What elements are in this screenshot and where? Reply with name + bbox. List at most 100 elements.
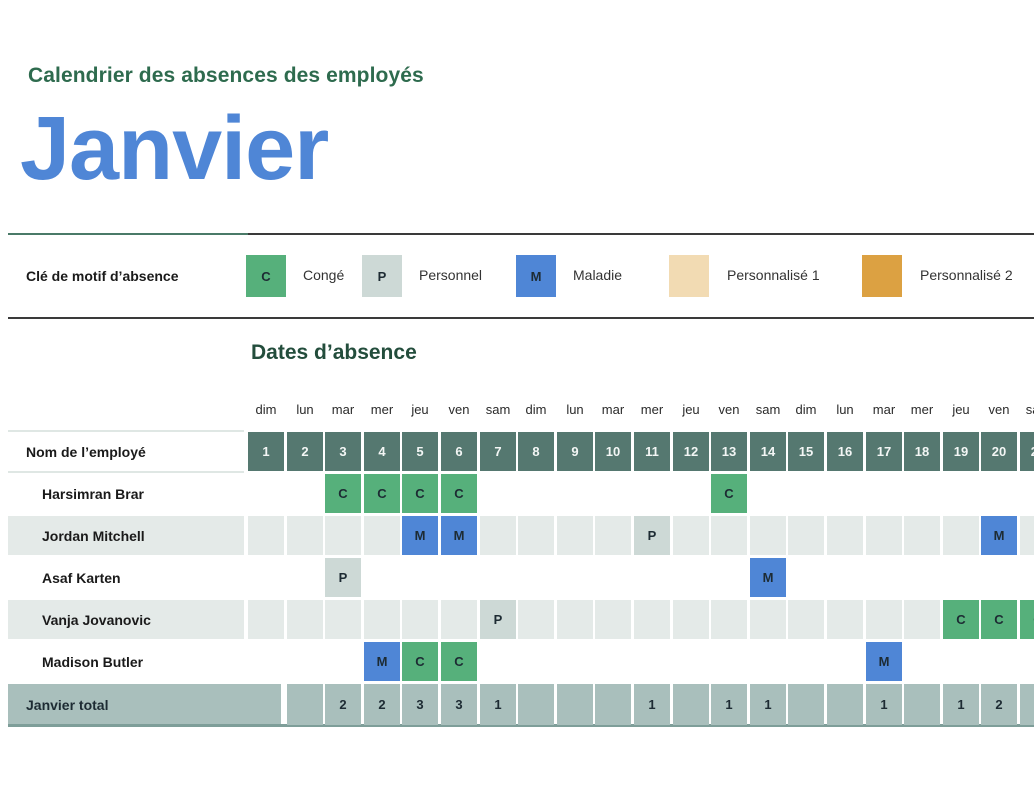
day-of-week-label: mar	[601, 402, 625, 417]
legend-title: Clé de motif d’absence	[26, 268, 179, 284]
absence-cell[interactable]: P	[325, 558, 361, 597]
empty-day-cell[interactable]	[634, 600, 670, 639]
absence-cell[interactable]: C	[402, 474, 438, 513]
empty-day-cell[interactable]	[788, 600, 824, 639]
date-header-cell: 19	[943, 432, 979, 471]
absence-cell[interactable]: M	[750, 558, 786, 597]
legend-label-custom-1: Personnalisé 1	[727, 267, 820, 283]
absence-cell[interactable]: M	[441, 516, 477, 555]
day-of-week-label: mar	[872, 402, 896, 417]
day-of-week-label: ven	[448, 402, 470, 417]
day-of-week-label: sam	[1025, 402, 1034, 417]
date-header-cell: 5	[402, 432, 438, 471]
daily-total-cell	[595, 684, 631, 725]
empty-day-cell[interactable]	[557, 600, 593, 639]
date-header-cell: 15	[788, 432, 824, 471]
empty-day-cell[interactable]	[248, 516, 284, 555]
day-of-week-label: jeu	[952, 402, 970, 417]
date-header-cell: 14	[750, 432, 786, 471]
empty-day-cell[interactable]	[325, 516, 361, 555]
empty-day-cell[interactable]	[904, 600, 940, 639]
daily-total-cell: 2	[325, 684, 361, 725]
day-of-week-label: sam	[485, 402, 511, 417]
daily-total-cell: 3	[441, 684, 477, 725]
legend-swatch-custom-1	[669, 255, 709, 297]
legend-label-personnel: Personnel	[419, 267, 483, 283]
absence-cell[interactable]: P	[634, 516, 670, 555]
legend-bottom-divider	[8, 317, 1034, 319]
calendar-subtitle: Calendrier des absences des employés	[28, 64, 424, 87]
absence-cell[interactable]: C	[325, 474, 361, 513]
legend-swatch-personnel: P	[362, 255, 402, 297]
absence-cell[interactable]: C	[364, 474, 400, 513]
day-of-week-label: lun	[836, 402, 854, 417]
date-header-cell: 21	[1020, 432, 1034, 471]
legend-label-maladie: Maladie	[573, 267, 623, 283]
absence-cell[interactable]: C	[441, 642, 477, 681]
date-header-cell: 7	[480, 432, 516, 471]
date-header-cell: 12	[673, 432, 709, 471]
legend-code: C	[261, 268, 271, 284]
day-of-week-label: mar	[331, 402, 355, 417]
employee-name: Madison Butler	[42, 654, 144, 670]
empty-day-cell[interactable]	[441, 600, 477, 639]
employee-name: Vanja Jovanovic	[42, 612, 151, 628]
empty-day-cell[interactable]	[287, 516, 323, 555]
empty-day-cell[interactable]	[788, 516, 824, 555]
absence-cell[interactable]: C	[441, 474, 477, 513]
empty-day-cell[interactable]	[827, 600, 863, 639]
absence-cell[interactable]: M	[981, 516, 1017, 555]
date-header-cell: 16	[827, 432, 863, 471]
date-header-cell: 20	[981, 432, 1017, 471]
absence-cell[interactable]: C	[943, 600, 979, 639]
absence-cell[interactable]: M	[866, 642, 902, 681]
empty-day-cell[interactable]	[827, 516, 863, 555]
daily-total-cell	[904, 684, 940, 725]
daily-total-cell: 1	[943, 684, 979, 725]
absence-cell[interactable]: P	[480, 600, 516, 639]
empty-day-cell[interactable]	[325, 600, 361, 639]
empty-day-cell[interactable]	[750, 516, 786, 555]
day-of-week-label: sam	[755, 402, 781, 417]
absence-cell[interactable]: C	[402, 642, 438, 681]
day-of-week-label: lun	[296, 402, 314, 417]
empty-day-cell[interactable]	[518, 516, 554, 555]
employee-name: Asaf Karten	[42, 570, 121, 586]
empty-day-cell[interactable]	[1020, 516, 1034, 555]
empty-day-cell[interactable]	[518, 600, 554, 639]
absence-cell[interactable]: C	[981, 600, 1017, 639]
empty-day-cell[interactable]	[866, 516, 902, 555]
empty-day-cell[interactable]	[402, 600, 438, 639]
day-of-week-label: lun	[566, 402, 584, 417]
empty-day-cell[interactable]	[595, 516, 631, 555]
empty-day-cell[interactable]	[904, 516, 940, 555]
absence-cell[interactable]: M	[364, 642, 400, 681]
empty-day-cell[interactable]	[480, 516, 516, 555]
empty-day-cell[interactable]	[287, 600, 323, 639]
empty-day-cell[interactable]	[673, 600, 709, 639]
empty-day-cell[interactable]	[711, 600, 747, 639]
daily-total-cell: 1	[634, 684, 670, 725]
empty-day-cell[interactable]	[557, 516, 593, 555]
date-header-cell: 17	[866, 432, 902, 471]
day-of-week-label: ven	[988, 402, 1010, 417]
empty-day-cell[interactable]	[866, 600, 902, 639]
empty-day-cell[interactable]	[248, 600, 284, 639]
absence-cell[interactable]: C	[1020, 600, 1034, 639]
empty-day-cell[interactable]	[595, 600, 631, 639]
absence-cell[interactable]: M	[402, 516, 438, 555]
header-top-line	[8, 430, 244, 432]
day-of-week-label: dim	[525, 402, 547, 417]
empty-day-cell[interactable]	[711, 516, 747, 555]
daily-total-cell: 1	[480, 684, 516, 725]
day-of-week-label: mer	[640, 402, 664, 417]
empty-day-cell[interactable]	[364, 516, 400, 555]
empty-day-cell[interactable]	[364, 600, 400, 639]
empty-day-cell[interactable]	[750, 600, 786, 639]
legend-label-custom-2: Personnalisé 2	[920, 267, 1013, 283]
day-of-week-label: jeu	[682, 402, 700, 417]
empty-day-cell[interactable]	[673, 516, 709, 555]
day-of-week-label: dim	[255, 402, 277, 417]
absence-cell[interactable]: C	[711, 474, 747, 513]
empty-day-cell[interactable]	[943, 516, 979, 555]
